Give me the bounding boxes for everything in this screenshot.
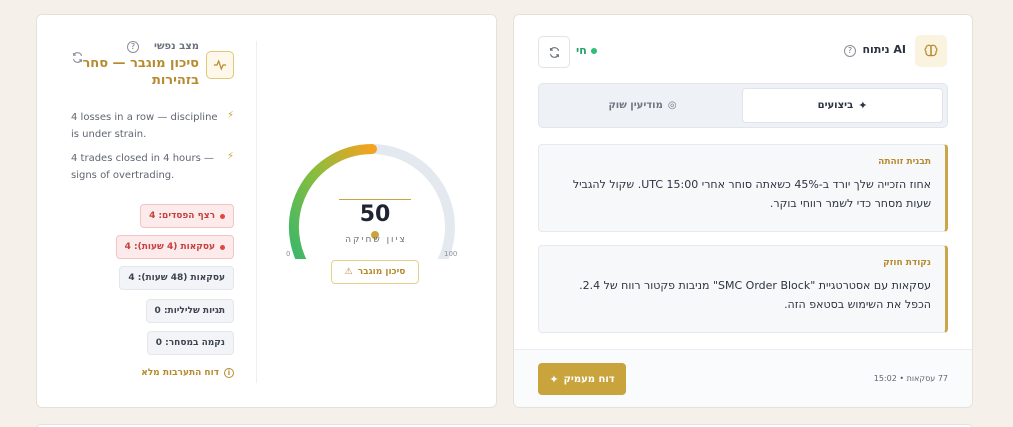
ai-tabs: ✦ ביצועים ◎ מודיעין שוק: [538, 83, 948, 128]
ai-panel-footer: דוח מעמיק ✦ 77 עסקאות • 15:02: [514, 349, 972, 407]
badge-trades-48h: עסקאות (48 שעות): 4: [119, 266, 234, 290]
divider: [256, 41, 257, 383]
brain-icon: [915, 35, 947, 67]
refresh-button[interactable]: [538, 36, 570, 68]
badge-text: עסקאות (48 שעות): 4: [128, 273, 225, 283]
lightning-icon: ⚡: [226, 110, 234, 121]
lightning-icon: ⚡: [226, 151, 234, 162]
mental-state-value: סיכון מוגבר — סחר בזהירות: [82, 56, 199, 88]
tab-performance[interactable]: ✦ ביצועים: [742, 88, 943, 123]
ai-panel-title: ניתוח AI: [862, 43, 906, 56]
warning-icon: ⚠: [344, 267, 353, 277]
insight-card-pattern: תבנית זוהתה אחוז הזכייה שלך יורד ב-45% כ…: [538, 144, 948, 232]
insight-label: נקודת חוזק: [883, 258, 931, 268]
help-icon[interactable]: ?: [844, 45, 856, 57]
live-label: חי: [576, 44, 587, 57]
badge-text: נקמה במסחר: 0: [155, 338, 225, 348]
deep-report-label: דוח מעמיק: [563, 373, 615, 385]
risk-chip: סיכון מוגבר ⚠: [331, 260, 419, 284]
tab-market-intel[interactable]: ◎ מודיעין שוק: [543, 88, 742, 123]
gauge-divider: [339, 199, 411, 200]
full-report-link[interactable]: i דוח התערבות מלא: [141, 368, 234, 378]
ai-panel-header: ניתוח AI ? חי: [514, 15, 972, 87]
badge-trades-4h: עסקאות (4 שעות): 4: [115, 235, 234, 259]
radar-icon: ◎: [667, 100, 677, 111]
info-icon: i: [224, 368, 234, 378]
live-dot-icon: [590, 47, 597, 54]
risk-chip-label: סיכון מוגבר: [357, 267, 406, 277]
mental-state-panel: מצב נפשי ? סיכון מוגבר — סחר בזהירות ⚡ 4…: [36, 14, 497, 408]
sparkle-icon: ✦: [549, 372, 559, 386]
gauge-min-label: 0: [286, 250, 290, 258]
live-indicator: חי: [576, 44, 597, 57]
insight-label: תבנית זוהתה: [878, 157, 931, 167]
badge-negative-tags: תגיות שליליות: 0: [145, 299, 234, 323]
sparkle-icon: ✦: [858, 99, 868, 112]
refresh-icon: [549, 46, 559, 58]
alert-dot-icon: [220, 213, 225, 219]
gauge-value: 50: [359, 202, 391, 227]
badge-loss-streak: רצף הפסדים: 4: [140, 204, 234, 228]
refresh-icon[interactable]: [71, 49, 84, 68]
full-report-label: דוח התערבות מלא: [141, 368, 219, 378]
mental-state-label: מצב נפשי: [154, 41, 199, 52]
tab-market-intel-label: מודיעין שוק: [608, 100, 663, 111]
reason-text: 4 trades closed in 4 hours — signs of ov…: [71, 153, 215, 181]
pulse-icon: [206, 51, 234, 79]
gauge-max-label: 100: [444, 250, 457, 258]
deep-report-button[interactable]: דוח מעמיק ✦: [538, 363, 626, 395]
badge-text: רצף הפסדים: 4: [149, 211, 215, 221]
gauge-sub-label: ציון שחיקה: [345, 235, 407, 245]
alert-dot-icon: [220, 244, 225, 250]
ai-analysis-panel: ניתוח AI ? חי ✦ ביצועים ◎ מודיעין שוק תב…: [513, 14, 973, 408]
tab-performance-label: ביצועים: [817, 100, 854, 111]
reason-text: 4 losses in a row — discipline is under …: [71, 112, 218, 140]
help-icon[interactable]: ?: [127, 41, 139, 53]
trades-meta: 77 עסקאות • 15:02: [873, 374, 948, 383]
badge-text: עסקאות (4 שעות): 4: [124, 242, 215, 252]
badge-revenge-trading: נקמה במסחר: 0: [146, 331, 234, 355]
insight-card-strength: נקודת חוזק עסקאות עם אסטרטגיית "SMC Orde…: [538, 245, 948, 333]
insight-text: עסקאות עם אסטרטגיית "SMC Order Block" מנ…: [579, 279, 931, 311]
badge-text: תגיות שליליות: 0: [154, 306, 225, 316]
insight-text: אחוז הזכייה שלך יורד ב-45% כשאתה סוחר אח…: [572, 178, 931, 210]
